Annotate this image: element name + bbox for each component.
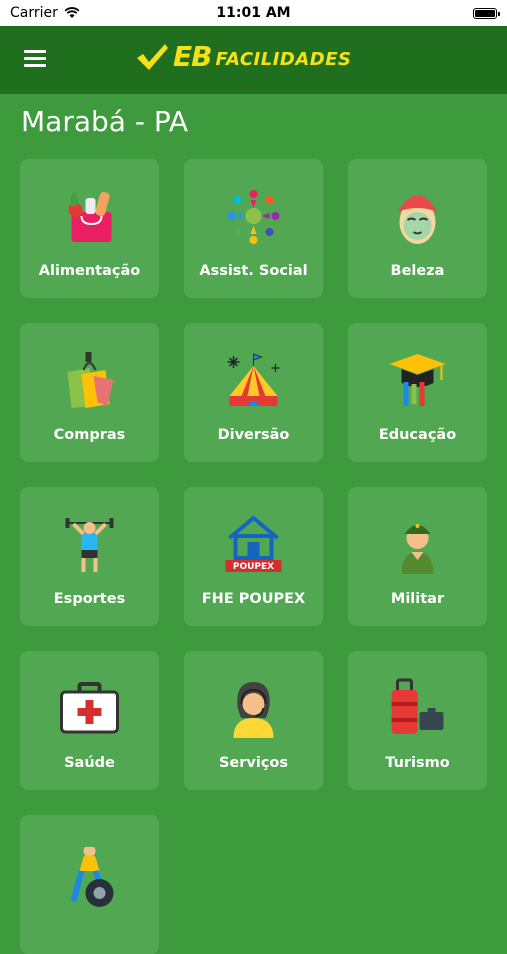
category-tile-beleza[interactable]: Beleza [348, 159, 487, 298]
face-mask-icon [397, 195, 438, 244]
category-label: Militar [390, 591, 445, 607]
carrier-label: Carrier [10, 5, 58, 21]
wifi-icon [64, 7, 80, 18]
luggage-icon [391, 678, 444, 734]
category-tile-fhe-poupex[interactable]: POUPEX FHE POUPEX [184, 487, 323, 626]
graduation-cap-icon [389, 354, 446, 406]
soldier-icon [401, 524, 434, 574]
category-label: Esportes [53, 591, 126, 607]
social-people-icon [227, 190, 280, 244]
hamburger-menu-icon[interactable] [24, 50, 46, 68]
first-aid-kit-icon [60, 682, 119, 734]
app-logo: EB FACILIDADES [135, 40, 351, 73]
category-label: Turismo [385, 755, 450, 771]
category-label: Serviços [218, 755, 289, 771]
city-title: Marabá - PA [21, 105, 189, 138]
category-label: Alimentação [38, 263, 141, 279]
grocery-bag-icon [68, 192, 112, 242]
category-tile-militar[interactable]: Militar [348, 487, 487, 626]
category-tile-assist-social[interactable]: Assist. Social [184, 159, 323, 298]
support-agent-icon [233, 682, 274, 738]
category-tile-turismo[interactable]: Turismo [348, 651, 487, 790]
category-label: Beleza [390, 263, 445, 279]
status-bar: Carrier 11:01 AM [0, 0, 507, 26]
poupex-badge-text: POUPEX [233, 562, 274, 572]
category-tile-educacao[interactable]: Educação [348, 323, 487, 462]
category-label: FHE POUPEX [201, 591, 306, 607]
poupex-house-icon: POUPEX [225, 515, 282, 572]
circus-tent-icon [227, 353, 280, 406]
category-tile-mechanic[interactable] [20, 815, 159, 954]
status-time: 11:01 AM [216, 5, 291, 21]
category-label: Compras [53, 427, 126, 443]
weightlifter-icon [65, 518, 114, 572]
category-tile-servicos[interactable]: Serviços [184, 651, 323, 790]
shopping-bags-icon [67, 352, 114, 408]
app-header: EB FACILIDADES [0, 26, 507, 94]
category-tile-compras[interactable]: Compras [20, 323, 159, 462]
logo-mark: EB [173, 40, 212, 73]
category-tile-esportes[interactable]: Esportes [20, 487, 159, 626]
checkmark-icon [137, 43, 168, 70]
logo-text: FACILIDADES [215, 49, 352, 70]
category-tile-diversao[interactable]: Diversão [184, 323, 323, 462]
category-label: Assist. Social [199, 263, 308, 279]
category-label: Educação [378, 427, 457, 443]
battery-icon [473, 7, 500, 19]
category-label: Diversão [217, 427, 290, 443]
category-label: Saúde [64, 755, 115, 771]
category-tile-saude[interactable]: Saúde [20, 651, 159, 790]
category-tile-alimentacao[interactable]: Alimentação [20, 159, 159, 298]
